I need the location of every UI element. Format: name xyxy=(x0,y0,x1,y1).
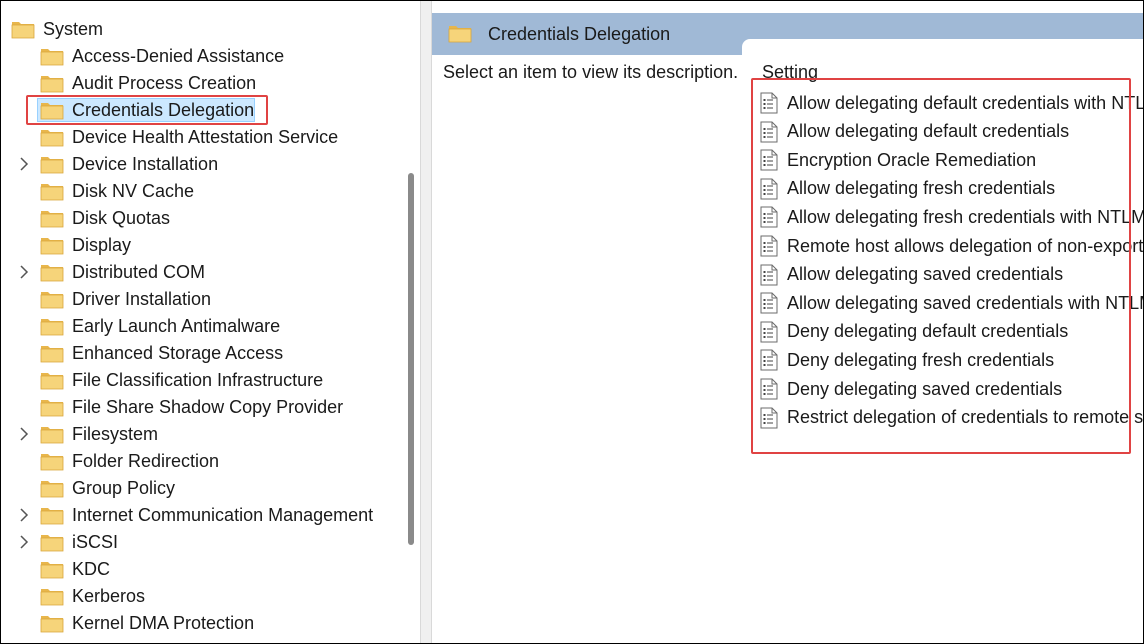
folder-icon xyxy=(40,49,64,66)
details-title: Credentials Delegation xyxy=(488,24,671,44)
folder-icon xyxy=(40,184,64,201)
tree-item-label: Enhanced Storage Access xyxy=(72,343,284,363)
tree-item-label: Early Launch Antimalware xyxy=(72,316,281,336)
group-policy-editor-window: System Access-Denied Assistance Audit Pro… xyxy=(0,0,1144,644)
tree-scrollbar-thumb[interactable] xyxy=(408,173,414,545)
tree-item[interactable]: Device Installation xyxy=(1,152,401,176)
tree-item[interactable]: Device Health Attestation Service xyxy=(1,125,401,149)
folder-icon xyxy=(40,616,64,633)
tree-item-label: Group Policy xyxy=(72,478,176,498)
folder-icon xyxy=(40,454,64,471)
folder-icon xyxy=(40,238,64,255)
tree-item-label: KDC xyxy=(72,559,111,579)
tree-item[interactable]: Disk Quotas xyxy=(1,206,401,230)
tree-item[interactable]: Access-Denied Assistance xyxy=(1,44,401,68)
tree-item-label: Kernel DMA Protection xyxy=(72,613,255,633)
tree-item-label: File Share Shadow Copy Provider xyxy=(72,397,344,417)
folder-icon xyxy=(40,130,64,147)
tree-item[interactable]: Distributed COM xyxy=(1,260,401,284)
folder-icon xyxy=(40,76,64,93)
tree-item[interactable]: File Classification Infrastructure xyxy=(1,368,401,392)
chevron-right-icon[interactable] xyxy=(16,426,32,442)
folder-icon xyxy=(40,292,64,309)
chevron-right-icon[interactable] xyxy=(16,534,32,550)
tree-item-label: Internet Communication Management xyxy=(72,505,374,525)
folder-icon xyxy=(40,535,64,552)
tree-root-label: System xyxy=(43,19,104,39)
tree-item[interactable]: File Share Shadow Copy Provider xyxy=(1,395,401,419)
folder-icon xyxy=(40,211,64,228)
tree-item-label: Disk Quotas xyxy=(72,208,171,228)
tree-item[interactable]: Kernel DMA Protection xyxy=(1,611,401,635)
folder-icon xyxy=(40,265,64,282)
details-pane: Credentials Delegation Select an item to… xyxy=(432,1,1143,643)
tree-item[interactable]: Early Launch Antimalware xyxy=(1,314,401,338)
tree-item[interactable]: Internet Communication Management xyxy=(1,503,401,527)
header-notch xyxy=(742,39,1143,55)
tree-root-system[interactable]: System xyxy=(1,17,401,41)
folder-icon xyxy=(40,400,64,417)
tree-item[interactable]: Audit Process Creation xyxy=(1,71,401,95)
pane-splitter[interactable] xyxy=(420,1,432,643)
tree-item[interactable]: KDC xyxy=(1,557,401,581)
tree-item[interactable]: Filesystem xyxy=(1,422,401,446)
tree-item[interactable]: Folder Redirection xyxy=(1,449,401,473)
tree-item[interactable]: Enhanced Storage Access xyxy=(1,341,401,365)
tree-item[interactable]: iSCSI xyxy=(1,530,401,554)
tree-item-label: File Classification Infrastructure xyxy=(72,370,324,390)
chevron-right-icon[interactable] xyxy=(16,507,32,523)
tree-item-label: Access-Denied Assistance xyxy=(72,46,285,66)
tree-item-label: Distributed COM xyxy=(72,262,206,282)
tree-item-label: Display xyxy=(72,235,132,255)
tree-item[interactable]: Disk NV Cache xyxy=(1,179,401,203)
tree-item[interactable]: Kerberos xyxy=(1,584,401,608)
folder-icon xyxy=(40,481,64,498)
tree-item[interactable]: Group Policy xyxy=(1,476,401,500)
tree-item[interactable]: Driver Installation xyxy=(1,287,401,311)
description-prompt: Select an item to view its description. xyxy=(443,62,739,82)
folder-icon xyxy=(40,508,64,525)
highlight-box-tree xyxy=(26,95,268,125)
folder-icon xyxy=(40,427,64,444)
chevron-right-icon[interactable] xyxy=(16,156,32,172)
folder-icon xyxy=(40,373,64,390)
tree-item-label: Kerberos xyxy=(72,586,146,606)
highlight-box-settings xyxy=(751,78,1131,454)
folder-icon xyxy=(40,562,64,579)
folder-icon xyxy=(448,26,472,43)
tree-item-label: iSCSI xyxy=(72,532,119,552)
chevron-right-icon[interactable] xyxy=(16,264,32,280)
tree-item-label: Filesystem xyxy=(72,424,159,444)
tree-item[interactable]: Display xyxy=(1,233,401,257)
tree-item-label: Folder Redirection xyxy=(72,451,220,471)
tree-pane: System Access-Denied Assistance Audit Pro… xyxy=(1,1,420,643)
tree-item-label: Disk NV Cache xyxy=(72,181,195,201)
folder-icon xyxy=(40,319,64,336)
tree-item-label: Audit Process Creation xyxy=(72,73,257,93)
tree-item-label: Device Health Attestation Service xyxy=(72,127,339,147)
folder-icon xyxy=(40,589,64,606)
folder-icon xyxy=(40,157,64,174)
tree-item-label: Device Installation xyxy=(72,154,219,174)
folder-icon xyxy=(40,346,64,363)
tree-item-label: Driver Installation xyxy=(72,289,212,309)
folder-icon xyxy=(11,22,35,39)
